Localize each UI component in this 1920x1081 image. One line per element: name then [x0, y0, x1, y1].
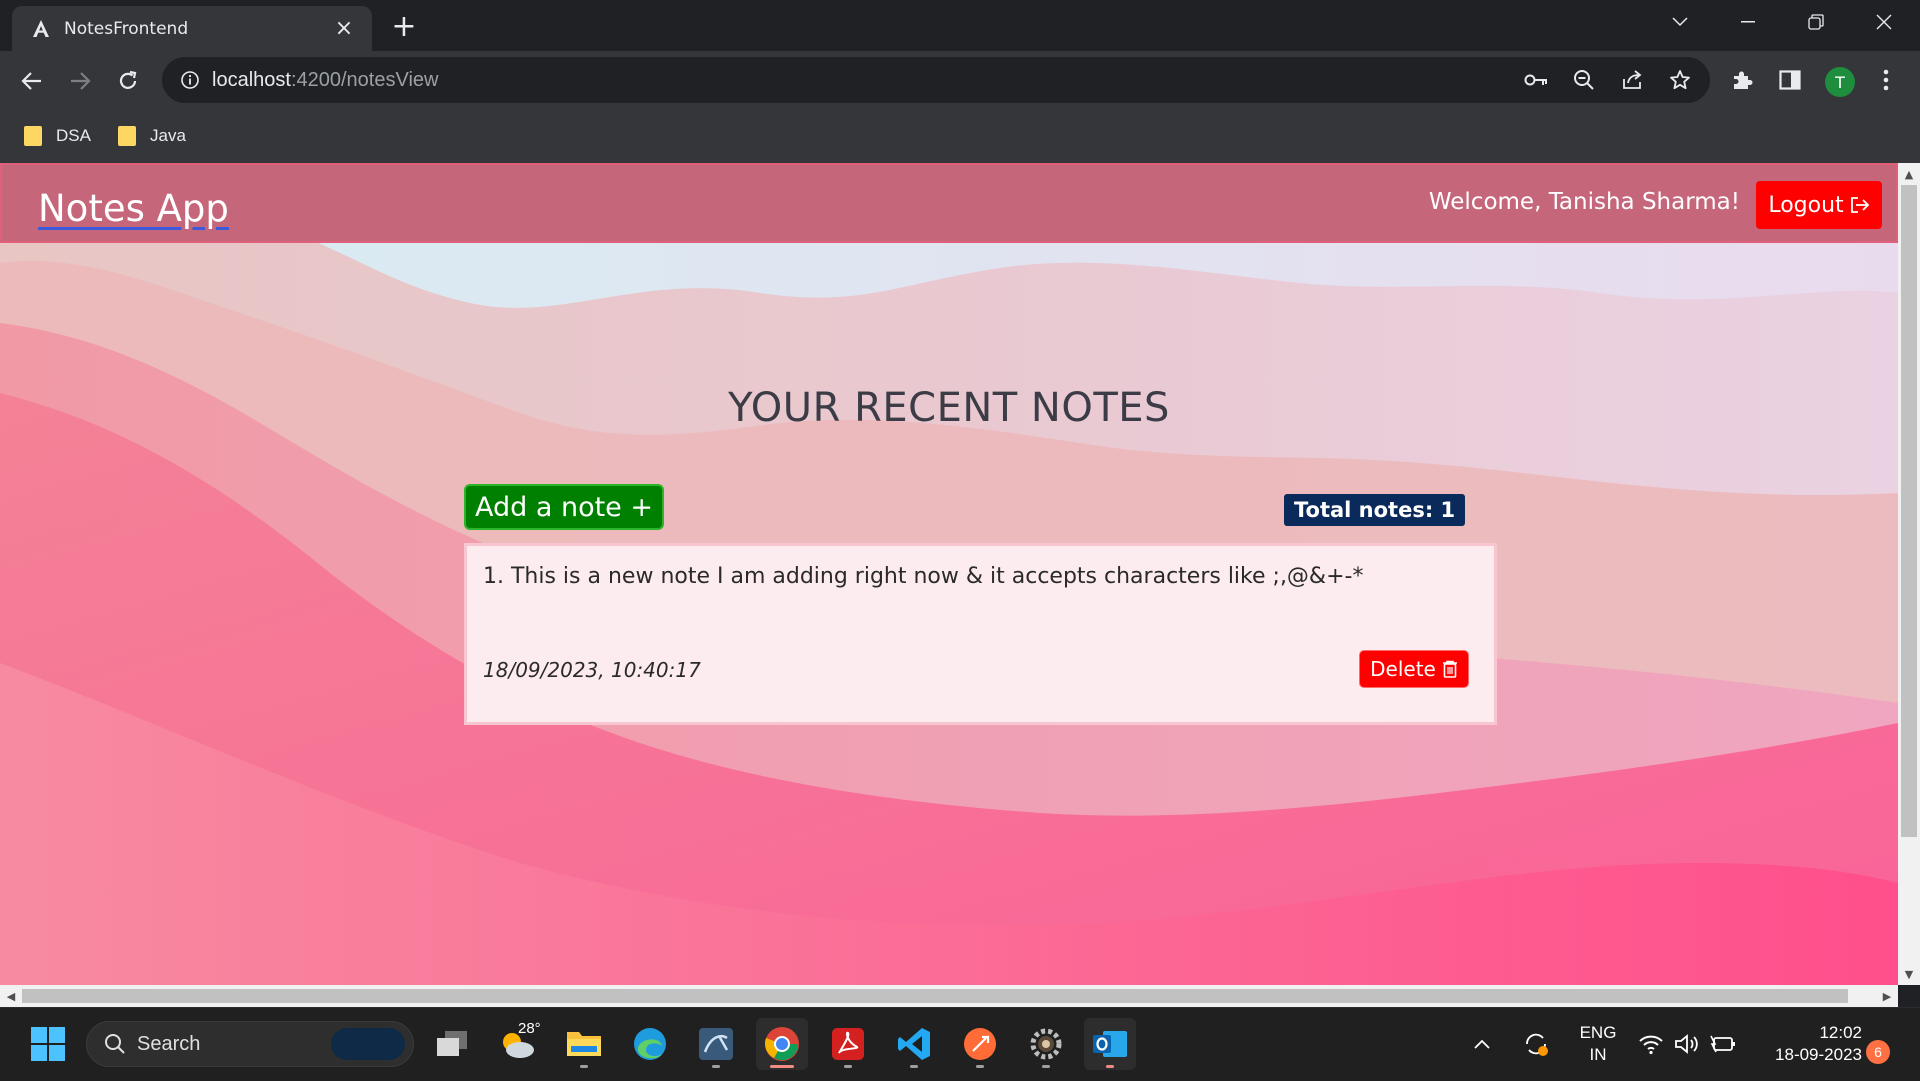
speaker-icon	[1675, 1034, 1698, 1054]
page-title: YOUR RECENT NOTES	[728, 385, 1170, 431]
tab-search-chevron-icon[interactable]	[1652, 0, 1708, 44]
edge-icon	[634, 1028, 666, 1060]
brand-link[interactable]: Notes App	[38, 187, 229, 230]
profile-avatar[interactable]: T	[1825, 67, 1855, 97]
trash-icon	[1442, 660, 1457, 678]
scroll-right-arrow-icon[interactable]: ▶	[1877, 986, 1897, 1006]
total-notes-badge: Total notes: 1	[1284, 494, 1466, 526]
welcome-message: Welcome, Tanisha Sharma!	[1428, 189, 1740, 215]
wifi-button[interactable]	[1634, 1018, 1668, 1070]
password-key-icon[interactable]	[1522, 66, 1550, 94]
browser-toolbar: localhost:4200/notesView T	[0, 51, 1920, 109]
bookmark-dsa[interactable]: DSA	[24, 121, 91, 151]
edge-button[interactable]	[624, 1018, 676, 1070]
close-window-button[interactable]	[1856, 0, 1912, 44]
url-text: localhost:4200/notesView	[212, 68, 439, 91]
wifi-icon	[1639, 1035, 1663, 1055]
postman-button[interactable]	[954, 1018, 1006, 1070]
chrome-button[interactable]	[756, 1018, 808, 1070]
tab-title: NotesFrontend	[64, 18, 189, 39]
folder-icon	[118, 126, 136, 146]
chevron-up-icon	[1474, 1039, 1490, 1049]
folder-icon	[24, 126, 42, 146]
scroll-left-arrow-icon[interactable]: ◀	[1, 986, 21, 1006]
angular-favicon-icon	[30, 18, 52, 40]
add-note-button[interactable]: Add a note +	[464, 484, 664, 530]
note-card: 1. This is a new note I am adding right …	[464, 543, 1497, 725]
acrobat-icon	[832, 1028, 864, 1060]
scroll-up-arrow-icon[interactable]: ▲	[1899, 164, 1919, 184]
reload-button[interactable]	[110, 63, 146, 99]
new-tab-button[interactable]: +	[388, 9, 420, 44]
note-timestamp: 18/09/2023, 10:40:17	[483, 658, 701, 682]
chrome-menu-icon[interactable]	[1870, 64, 1902, 96]
gear-icon	[1030, 1028, 1062, 1060]
bookmark-java[interactable]: Java	[118, 121, 186, 151]
address-bar[interactable]: localhost:4200/notesView	[162, 57, 1710, 103]
sync-icon	[1526, 1033, 1548, 1056]
start-button[interactable]	[22, 1018, 74, 1070]
logout-icon	[1850, 197, 1869, 213]
outlook-button[interactable]	[1084, 1018, 1136, 1070]
outlook-icon	[1093, 1031, 1127, 1057]
folder-icon	[567, 1032, 601, 1056]
task-view-icon	[437, 1031, 467, 1056]
restore-button[interactable]	[1788, 0, 1844, 44]
app-navbar: Notes App Welcome, Tanisha Sharma! Logou…	[0, 163, 1898, 243]
mysql-workbench-button[interactable]	[690, 1018, 742, 1070]
side-panel-icon[interactable]	[1774, 64, 1806, 96]
mysql-workbench-icon	[699, 1028, 733, 1060]
delete-note-button[interactable]: Delete	[1359, 650, 1469, 688]
taskbar-search[interactable]: Search	[86, 1021, 414, 1067]
task-view-button[interactable]	[426, 1018, 478, 1070]
browser-titlebar: NotesFrontend × +	[0, 0, 1920, 51]
minimize-button[interactable]	[1720, 0, 1776, 44]
note-text: 1. This is a new note I am adding right …	[483, 564, 1364, 589]
horizontal-scrollbar[interactable]: ◀ ▶	[0, 985, 1898, 1007]
vertical-scrollbar[interactable]: ▲ ▼	[1898, 163, 1920, 985]
horizontal-scroll-thumb[interactable]	[22, 989, 1848, 1003]
vscode-button[interactable]	[888, 1018, 940, 1070]
vertical-scroll-thumb[interactable]	[1901, 185, 1917, 837]
vscode-icon	[898, 1028, 930, 1060]
settings-app-button[interactable]	[1020, 1018, 1072, 1070]
battery-charging-icon	[1710, 1035, 1735, 1053]
back-button[interactable]	[14, 63, 50, 99]
search-icon	[105, 1034, 125, 1054]
bookmark-star-icon[interactable]	[1666, 66, 1694, 94]
sync-status-button[interactable]	[1514, 1018, 1558, 1070]
notification-badge[interactable]: 6	[1866, 1040, 1890, 1064]
browser-tab[interactable]: NotesFrontend ×	[12, 6, 372, 51]
forward-button[interactable]	[62, 63, 98, 99]
language-indicator[interactable]: ENG IN	[1570, 1022, 1626, 1066]
battery-button[interactable]	[1706, 1018, 1740, 1070]
site-info-icon[interactable]	[178, 68, 202, 92]
tab-close-icon[interactable]: ×	[332, 16, 356, 41]
acrobat-button[interactable]	[822, 1018, 874, 1070]
zoom-out-icon[interactable]	[1570, 66, 1598, 94]
windows-taskbar: Search 28° ENG IN 12:02 18-09-2023 6	[0, 1007, 1920, 1081]
scroll-down-arrow-icon[interactable]: ▼	[1899, 964, 1919, 984]
page-viewport: Notes App Welcome, Tanisha Sharma! Logou…	[0, 163, 1898, 985]
logout-button[interactable]: Logout	[1756, 181, 1882, 229]
search-highlight-icon	[331, 1028, 405, 1060]
volume-button[interactable]	[1670, 1018, 1704, 1070]
weather-widget[interactable]: 28°	[492, 1018, 544, 1070]
windows-logo-icon	[31, 1027, 65, 1061]
chrome-icon	[764, 1027, 799, 1061]
show-hidden-icons-button[interactable]	[1464, 1018, 1500, 1070]
extensions-icon[interactable]	[1726, 64, 1758, 96]
share-icon[interactable]	[1618, 66, 1646, 94]
file-explorer-button[interactable]	[558, 1018, 610, 1070]
bookmarks-bar: DSA Java	[0, 109, 1920, 163]
clock[interactable]: 12:02 18-09-2023	[1752, 1022, 1862, 1066]
postman-icon	[964, 1028, 996, 1060]
